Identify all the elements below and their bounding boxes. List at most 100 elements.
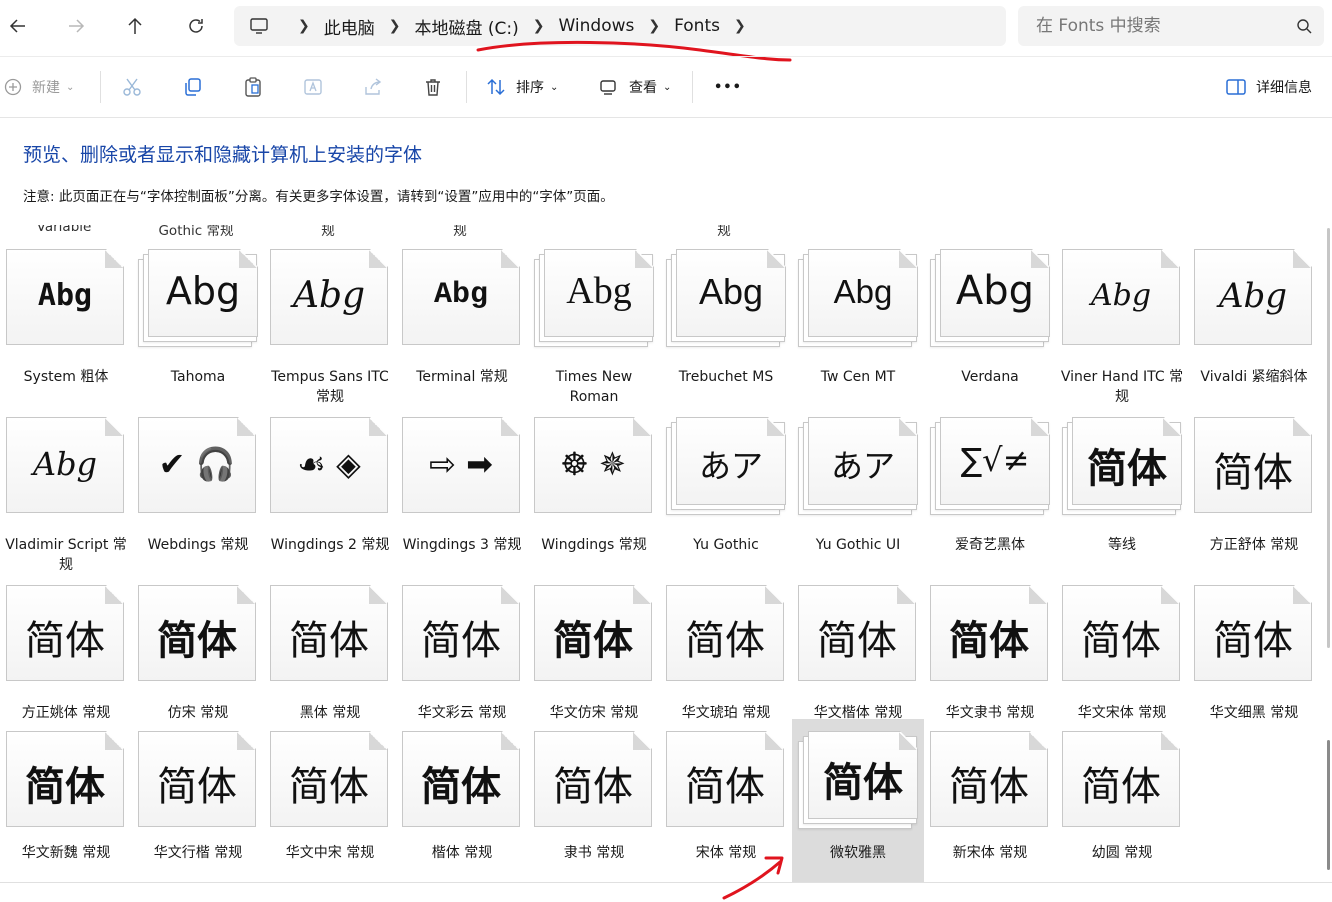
more-options-button[interactable]: ••• (714, 67, 742, 107)
font-item[interactable]: ☸ ✵ Wingdings 常规 (528, 411, 660, 561)
font-item[interactable]: 简体 华文新魏 常规 (0, 731, 132, 881)
page-fold (1161, 732, 1179, 750)
font-file-icon: Abg (666, 249, 786, 349)
font-sample: Abg (698, 270, 764, 312)
font-item[interactable]: ☙ ◈ Wingdings 2 常规 (264, 411, 396, 561)
font-item[interactable]: ✔ 🎧 Webdings 常规 (132, 411, 264, 561)
font-item[interactable]: 简体 隶书 常规 (528, 731, 660, 881)
arrow-up-icon (128, 17, 142, 34)
font-page: Abg (940, 249, 1050, 337)
view-button[interactable]: 查看 ⌄ (599, 67, 671, 107)
computer-icon[interactable] (234, 17, 284, 35)
rename-button[interactable] (303, 67, 323, 107)
font-item[interactable]: Abg Tw Cen MT (792, 243, 924, 393)
font-item[interactable]: 简体 楷体 常规 (396, 731, 528, 881)
font-item[interactable]: 简体 宋体 常规 (660, 731, 792, 881)
font-item[interactable]: 简体 华文宋体 常规 (1056, 579, 1188, 729)
font-file-icon: 简体 (1062, 417, 1182, 517)
font-file-icon: 简体 (270, 585, 390, 685)
font-item[interactable]: Abg Verdana (924, 243, 1056, 393)
chevron-right-icon[interactable]: ❯ (533, 18, 545, 34)
font-item[interactable]: あア Yu Gothic (660, 411, 792, 561)
delete-button[interactable] (423, 67, 443, 107)
font-page: Abg (402, 249, 520, 345)
font-item[interactable]: 简体 华文中宋 常规 (264, 731, 396, 881)
font-file-icon: ✔ 🎧 (138, 417, 258, 517)
breadcrumb[interactable]: ❯ 此电脑 ❯ 本地磁盘 (C:) ❯ Windows ❯ Fonts ❯ (234, 6, 1006, 46)
font-file-icon: 简体 (930, 731, 1050, 831)
breadcrumb-this-pc[interactable]: 此电脑 (324, 14, 375, 39)
font-item[interactable]: 简体 等线 (1056, 411, 1188, 561)
new-button[interactable]: 新建 ⌄ (4, 67, 74, 107)
font-item[interactable]: Abg Vivaldi 紧缩斜体 (1188, 243, 1320, 393)
font-item[interactable]: あア Yu Gothic UI (792, 411, 924, 561)
chevron-right-icon[interactable]: ❯ (734, 18, 746, 34)
font-page: ⇨ ➡ (402, 417, 520, 513)
font-page: Abg (808, 249, 918, 337)
font-sample: 简体 (289, 764, 369, 811)
chevron-down-icon: ⌄ (550, 81, 559, 93)
font-item[interactable]: Abg Times New Roman (528, 243, 660, 405)
font-item[interactable]: Abg Tahoma (132, 243, 264, 393)
font-item[interactable]: ∑√≠ 爱奇艺黑体 (924, 411, 1056, 561)
font-item[interactable]: Abg Terminal 常规 (396, 243, 528, 393)
chevron-right-icon[interactable]: ❯ (298, 18, 310, 34)
up-button[interactable] (117, 8, 153, 44)
refresh-button[interactable] (178, 8, 214, 44)
font-page: 简体 (270, 731, 388, 827)
font-item[interactable]: 简体 新宋体 常规 (924, 731, 1056, 881)
forward-button[interactable] (58, 8, 94, 44)
page-fold (369, 418, 387, 436)
font-item[interactable]: 简体 幼圆 常规 (1056, 731, 1188, 881)
font-item[interactable]: 简体 华文彩云 常规 (396, 579, 528, 729)
font-item[interactable]: 简体 仿宋 常规 (132, 579, 264, 729)
font-item[interactable]: 简体 华文楷体 常规 (792, 579, 924, 729)
font-item[interactable]: Abg Trebuchet MS (660, 243, 792, 393)
page-fold (1293, 586, 1311, 604)
font-grid: Variable Gothic 常规 规 规 规 Abg System 粗体 Abg… (0, 225, 1322, 882)
vertical-scrollbar[interactable] (1327, 228, 1330, 648)
font-item[interactable]: 简体 方正舒体 常规 (1188, 411, 1320, 561)
font-file-icon: あア (798, 417, 918, 517)
scrollbar-thumb[interactable] (1327, 740, 1330, 870)
font-name-label: Tempus Sans ITC 常规 (271, 369, 389, 405)
search-box[interactable] (1018, 6, 1324, 46)
page-fold (369, 586, 387, 604)
paste-button[interactable] (243, 67, 263, 107)
font-item[interactable]: ⇨ ➡ Wingdings 3 常规 (396, 411, 528, 561)
font-name-label: 方正舒体 常规 (1209, 537, 1299, 553)
breadcrumb-windows[interactable]: Windows (558, 16, 634, 36)
details-button[interactable]: 详细信息 (1226, 67, 1312, 107)
font-item[interactable]: Abg System 粗体 (0, 243, 132, 393)
font-item[interactable]: Abg Vladimir Script 常规 (0, 411, 132, 573)
font-item[interactable]: 简体 华文琥珀 常规 (660, 579, 792, 729)
breadcrumb-local-disk[interactable]: 本地磁盘 (C:) (414, 14, 518, 39)
font-sample: Abg (37, 278, 93, 314)
font-sample: ⇨ ➡ (429, 445, 493, 484)
font-item[interactable]: Abg Viner Hand ITC 常规 (1056, 243, 1188, 405)
search-icon[interactable] (1296, 18, 1312, 34)
font-file-icon: Abg (1062, 249, 1182, 349)
copy-icon (185, 78, 201, 96)
chevron-right-icon[interactable]: ❯ (389, 18, 401, 34)
font-item[interactable]: 简体 华文细黑 常规 (1188, 579, 1320, 729)
cut-button[interactable] (122, 67, 142, 107)
font-item[interactable]: 简体 黑体 常规 (264, 579, 396, 729)
search-input[interactable] (1034, 15, 1288, 37)
copy-button[interactable] (183, 67, 203, 107)
font-item[interactable]: 简体 微软雅黑 (792, 719, 924, 882)
font-item[interactable]: 简体 方正姚体 常规 (0, 579, 132, 729)
breadcrumb-fonts[interactable]: Fonts (674, 16, 720, 36)
font-item[interactable]: 简体 华文隶书 常规 (924, 579, 1056, 729)
font-item[interactable]: 简体 华文行楷 常规 (132, 731, 264, 881)
page-fold (105, 732, 123, 750)
font-sample: 简体 (817, 618, 897, 665)
ellipsis-icon: ••• (714, 79, 742, 95)
page-fold (633, 586, 651, 604)
chevron-right-icon[interactable]: ❯ (648, 18, 660, 34)
back-button[interactable] (0, 8, 36, 44)
font-item[interactable]: 简体 华文仿宋 常规 (528, 579, 660, 729)
font-item[interactable]: Abg Tempus Sans ITC 常规 (264, 243, 396, 405)
share-button[interactable] (363, 67, 383, 107)
sort-button[interactable]: 排序 ⌄ (486, 67, 558, 107)
